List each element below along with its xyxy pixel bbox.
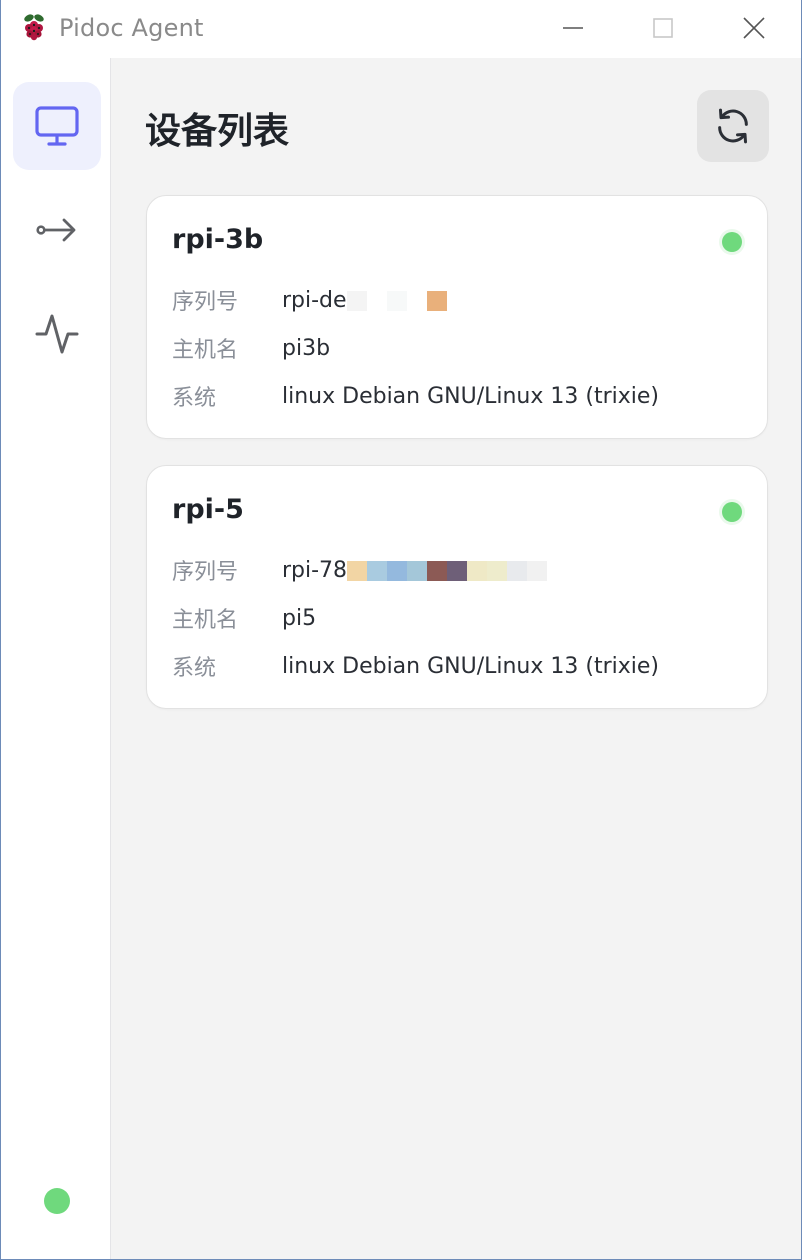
os-value: linux Debian GNU/Linux 13 (trixie) <box>282 653 659 679</box>
redaction-pixel <box>346 290 367 311</box>
redaction-pixel <box>387 560 408 581</box>
redaction-pixel <box>366 290 387 311</box>
os-label: 系统 <box>172 656 217 681</box>
hostname-value: pi3b <box>282 335 331 361</box>
monitor-icon <box>35 106 79 146</box>
serial-text: rpi-78 <box>282 557 348 583</box>
redacted-mask <box>347 560 548 581</box>
hostname-row: 主机名 pi5 <box>172 603 317 634</box>
refresh-button[interactable] <box>697 90 769 162</box>
redaction-pixel <box>426 290 447 311</box>
os-value: linux Debian GNU/Linux 13 (trixie) <box>282 383 659 409</box>
minimize-button[interactable] <box>550 6 596 50</box>
title-bar: Pidoc Agent <box>1 0 801 58</box>
refresh-icon <box>718 108 748 144</box>
maximize-button[interactable] <box>640 6 686 50</box>
serial-label: 序列号 <box>172 560 239 585</box>
serial-row: 序列号 rpi-de <box>172 285 447 315</box>
page-title: 设备列表 <box>145 111 290 152</box>
sidebar-item-activity[interactable] <box>13 290 101 378</box>
hostname-value: pi5 <box>282 605 317 631</box>
redaction-pixel <box>386 290 407 311</box>
maximize-icon <box>653 18 673 38</box>
connection-status-dot <box>44 1188 70 1214</box>
device-name: rpi-5 <box>172 494 244 525</box>
serial-value: rpi-78 <box>282 557 548 583</box>
redaction-pixel <box>507 560 528 581</box>
redaction-pixel <box>406 290 427 311</box>
hostname-row: 主机名 pi3b <box>172 333 331 364</box>
sidebar-item-forward[interactable] <box>13 186 101 274</box>
raspberry-pi-icon <box>21 13 47 41</box>
redaction-pixel <box>367 560 388 581</box>
activity-icon <box>35 314 79 354</box>
hostname-label: 主机名 <box>172 608 239 633</box>
device-card[interactable]: rpi-3b 序列号 rpi-de 主机名 pi3b 系统 linux Debi… <box>146 195 768 439</box>
serial-label: 序列号 <box>172 290 239 315</box>
redaction-pixel <box>447 560 468 581</box>
sidebar <box>1 58 111 1259</box>
redaction-pixel <box>407 560 428 581</box>
os-row: 系统 linux Debian GNU/Linux 13 (trixie) <box>172 381 659 412</box>
redaction-pixel <box>527 560 548 581</box>
sidebar-item-devices[interactable] <box>13 82 101 170</box>
minimize-icon <box>563 27 583 29</box>
main-content: 设备列表 rpi-3b 序列号 rpi-de 主机名 pi3b 系统 linux… <box>111 58 801 1259</box>
os-label: 系统 <box>172 386 217 411</box>
close-button[interactable] <box>731 6 777 50</box>
hostname-label: 主机名 <box>172 338 239 363</box>
redaction-pixel <box>427 560 448 581</box>
serial-row: 序列号 rpi-78 <box>172 555 548 585</box>
serial-value: rpi-de <box>282 288 447 313</box>
app-window: Pidoc Agent 设备列表 rpi-3b 序列号 rpi-de 主机名 p… <box>0 0 802 1260</box>
redacted-mask <box>346 290 447 311</box>
close-icon <box>743 17 765 39</box>
device-card[interactable]: rpi-5 序列号 rpi-78 主机名 pi5 系统 linux Debian… <box>146 465 768 709</box>
device-name: rpi-3b <box>172 224 264 255</box>
redaction-pixel <box>347 560 368 581</box>
os-row: 系统 linux Debian GNU/Linux 13 (trixie) <box>172 651 659 682</box>
redaction-pixel <box>487 560 508 581</box>
online-status-dot <box>722 232 742 252</box>
online-status-dot <box>722 502 742 522</box>
redaction-pixel <box>467 560 488 581</box>
window-title: Pidoc Agent <box>59 14 204 42</box>
arrow-right-icon <box>36 218 76 242</box>
serial-text: rpi-de <box>282 287 347 313</box>
